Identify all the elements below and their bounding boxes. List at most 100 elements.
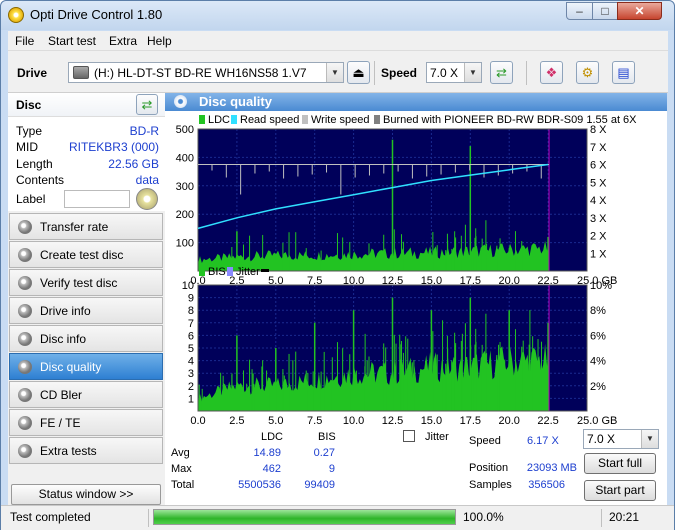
jitter-checkbox[interactable] [403,430,415,442]
refresh-speed-button[interactable]: ⇄ [490,61,513,84]
status-window-button[interactable]: Status window >> [11,484,161,505]
stats-avg-ldc: 14.89 [253,447,281,459]
eject-button[interactable]: ⏏ [347,61,370,84]
status-text: Test completed [10,510,91,524]
speed-select-value: 7.0 X [430,65,459,80]
disc-icon [18,359,32,374]
app-disc-icon [8,7,24,23]
menu-help[interactable]: Help [147,34,172,48]
save-button[interactable]: ▤ [612,61,635,84]
disc-icon [18,387,32,402]
jitter-label: Jitter [425,431,449,443]
progress-fill [154,510,455,524]
refresh-icon: ⇄ [496,64,507,80]
bis-x-tick: 20.0 [498,415,519,427]
progress-bar [153,509,456,525]
start-part-button[interactable]: Start part [584,480,656,501]
bis-y-tick-right: 10% [590,280,612,292]
disc-icon [174,95,187,108]
stats-max-ldc: 462 [262,463,281,475]
drive-icon [73,66,89,79]
stats-label-avg: Avg [171,447,190,459]
nav-transfer-rate[interactable]: Transfer rate [9,213,163,240]
bis-x-tick: 22.5 [537,415,558,427]
legend-swatch [374,115,380,124]
label-key: Label [16,192,46,206]
bis-y-tick-left: 5 [188,343,194,355]
disc-info-row: Contents data [16,173,159,187]
ldc-y-tick-left: 400 [176,152,194,164]
legend-label: Read speed [240,114,299,126]
nav-fe-te[interactable]: FE / TE [9,409,163,436]
ldc-y-tick-right: 2 X [590,231,607,243]
chevron-down-icon: ▼ [464,63,481,82]
ldc-y-tick-left: 500 [176,124,194,136]
jitter-marker [261,269,269,272]
disc-info-row: MID RITEKBR3 (000) [16,140,159,154]
stats-max-bis: 9 [328,463,335,475]
nav-disc-info[interactable]: Disc info [9,325,163,352]
legend-swatch [199,267,205,276]
nav-extra-tests[interactable]: Extra tests [9,437,163,464]
menu-file[interactable]: File [15,34,34,48]
bis-x-tick: 0.0 [190,415,205,427]
nav-label: Create test disc [40,247,124,262]
bis-x-tick: 7.5 [307,415,322,427]
stats-total-bis: 99409 [304,479,335,491]
settings-button[interactable]: ⚙ [576,61,599,84]
maximize-button[interactable]: □ [592,2,618,20]
ldc-y-tick-right: 1 X [590,248,607,260]
charts-area: 0.0 2.5 5.0 7.5 10.0 12.5 15.0 17.5 20.0 22.5 25.0… [176,114,638,427]
drive-select[interactable]: (H:) HL-DT-ST BD-RE WH16NS58 1.V7 ▼ [68,62,344,83]
ldc-y-tick-left: 200 [176,209,194,221]
close-button[interactable]: ✕ [617,2,662,20]
stats-avg-bis: 0.27 [313,447,335,459]
legend-swatch [227,267,233,276]
nav-label: Drive info [40,303,91,318]
nav-disc-quality[interactable]: Disc quality [9,353,163,380]
nav-label: Extra tests [40,443,97,458]
samples-label: Samples [469,479,512,491]
ldc-y-tick-right: 5 X [590,177,607,189]
app-window: Opti Drive Control 1.80 – □ ✕ File Start… [0,0,675,530]
toolbar: Drive (H:) HL-DT-ST BD-RE WH16NS58 1.V7 … [8,51,668,93]
menu-extra[interactable]: Extra [109,34,137,48]
panel-title: Disc quality [199,94,272,109]
minimize-button[interactable]: – [566,2,593,20]
disc-icon [18,247,32,262]
legend-label: BIS [208,266,226,278]
stats-label-total: Total [171,479,195,491]
ldc-y-tick-left: 300 [176,181,194,193]
samples-value: 356506 [528,479,565,491]
nav-verify-test-disc[interactable]: Verify test disc [9,269,163,296]
label-input[interactable] [64,190,130,208]
drive-label: Drive [17,66,48,80]
drive-select-value: (H:) HL-DT-ST BD-RE WH16NS58 1.V7 [94,65,307,80]
legend-swatch [199,115,205,124]
nav-create-test-disc[interactable]: Create test disc [9,241,163,268]
legend-label: Write speed [311,114,370,126]
left-panel: Disc ⇄ Type BD-R MID RITEKBR3 (000) Length… [8,93,165,509]
test-speed-value: 7.0 X [587,432,616,446]
disc-label-button[interactable] [136,188,158,210]
menu-start-test[interactable]: Start test [48,34,96,48]
nav-drive-info[interactable]: Drive info [9,297,163,324]
bis-y-tick-left: 1 [188,393,194,405]
speed-stat-value: 6.17 X [527,435,559,447]
refresh-disc-button[interactable]: ⇄ [136,94,158,115]
bis-x-tick: 25.0 GB [577,415,617,427]
bis-x-tick: 2.5 [229,415,244,427]
disc-header-title: Disc [16,98,42,112]
speed-label: Speed [381,66,418,80]
legend-swatch [231,115,237,124]
erase-button[interactable]: ❖ [540,61,563,84]
disc-icon [18,219,32,234]
chevron-down-icon: ▼ [326,63,343,82]
speed-select[interactable]: 7.0 X ▼ [426,62,482,83]
test-speed-select[interactable]: 7.0 X ▼ [583,429,659,449]
start-full-button[interactable]: Start full [584,453,656,474]
nav-cd-bler[interactable]: CD Bler [9,381,163,408]
bis-y-tick-right: 6% [590,330,606,342]
bis-x-tick: 12.5 [382,415,403,427]
bis-y-tick-right: 8% [590,305,606,317]
